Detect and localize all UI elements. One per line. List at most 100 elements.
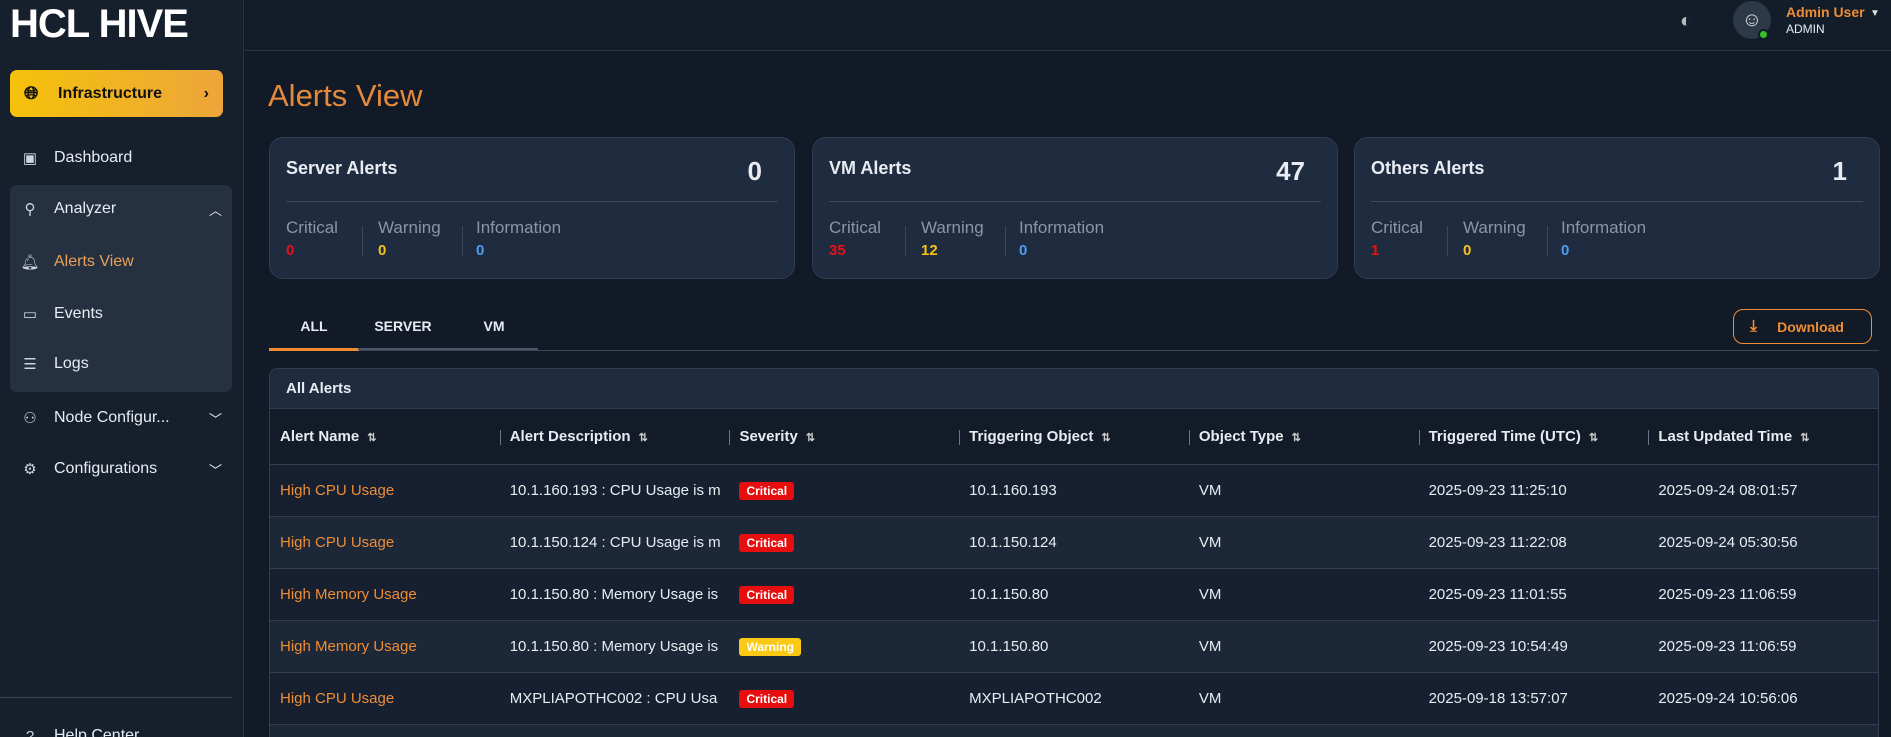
table-cell: VM [1198,690,1222,707]
table-cell: 2025-09-24 10:56:06 [1658,690,1798,707]
stat-separator [1547,226,1548,256]
stat-separator [462,226,463,256]
sidebar-item-analyzer[interactable]: ⚲ Analyzer ︿ [10,197,232,221]
sidebar-item-label: Help Center [54,727,140,737]
column-header-label: Triggered Time (UTC) [1428,428,1581,445]
information-count: 0 [476,242,485,259]
alert-name-link[interactable]: High CPU Usage [270,534,500,551]
table-row[interactable]: High CPU Usage 10.1.150.124 : CPU Usage i… [270,517,1878,569]
alert-name-link[interactable]: High CPU Usage [270,482,500,499]
alert-description: 10.1.150.124 : CPU Usage is m [509,534,721,551]
stat-label: Critical [1371,218,1423,237]
download-icon: ⤓ [1750,317,1758,335]
bell-icon: 🔔︎ [20,254,40,271]
sort-icon[interactable]: ⇅ [367,432,376,444]
stat-separator [905,226,906,256]
column-header[interactable]: Last Updated Time ⇅ [1648,428,1878,445]
sidebar-item-label: Node Configur... [54,409,170,426]
tab-vm[interactable]: VM [449,309,539,351]
sidebar-item-dashboard[interactable]: ▣ Dashboard [10,146,232,170]
table-header-row: Alert Name ⇅ Alert Description ⇅ Severity ⇅ Tr… [270,409,1878,465]
severity-cell: Critical [729,689,959,708]
table-row[interactable]: High Memory Usage 10.1.150.80 : Memory Us… [270,569,1878,621]
stat-label: Information [476,218,562,237]
alert-tabs: ALL SERVER VM [269,309,1879,351]
dashboard-icon: ▣ [22,150,38,167]
table-title: All Alerts [270,369,1878,409]
table-cell: VM [1198,482,1222,499]
column-header[interactable]: Triggered Time (UTC) ⇅ [1418,428,1649,445]
alert-name-link[interactable]: High Memory Usage [270,638,500,655]
sidebar-divider [0,697,232,698]
table-cell: 2025-09-23 10:54:49 [1428,638,1568,655]
chevron-up-icon: ︿ [208,202,222,218]
table-cell: 2025-09-24 08:01:57 [1658,482,1798,499]
severity-cell: Critical [729,585,959,604]
column-header-label: Object Type [1198,428,1284,445]
table-cell: 2025-09-24 05:30:56 [1658,534,1798,551]
theme-toggle-icon[interactable]: ◐ [1680,10,1692,33]
sort-icon[interactable]: ⇅ [1101,432,1110,444]
caret-down-icon[interactable]: ▼ [1870,8,1880,19]
user-role: ADMIN [1786,22,1825,36]
hierarchy-icon: ⚇ [23,410,37,427]
user-icon: ☺ [1741,8,1763,31]
column-header[interactable]: Alert Name ⇅ [270,428,500,445]
chevron-down-icon: ﹀ [208,411,222,427]
sort-icon[interactable]: ⇅ [639,432,648,444]
column-header[interactable]: Severity ⇅ [729,428,959,445]
alert-name-link[interactable]: High CPU Usage [270,690,500,707]
sidebar-item-label: Logs [54,355,89,372]
sort-icon[interactable]: ⇅ [1800,432,1809,444]
warning-stat: Warning 0 [1463,218,1526,259]
card-title: VM Alerts [829,158,912,178]
logo: HCL HIVE [10,2,189,46]
card-divider [286,201,778,202]
table-cell: 10.1.150.124 [969,534,1057,551]
column-header[interactable]: Object Type ⇅ [1188,428,1419,445]
critical-count: 35 [829,242,846,259]
severity-badge: Critical [739,533,795,552]
top-header [245,0,1891,51]
sort-icon[interactable]: ⇅ [1589,432,1598,444]
column-header[interactable]: Triggering Object ⇅ [959,428,1189,445]
tab-track [358,348,538,350]
sidebar-item-logs[interactable]: ☰ Logs [10,352,232,376]
information-stat: Information 0 [476,218,561,259]
sidebar-item-label: Events [54,305,103,322]
warning-stat: Warning 12 [921,218,984,259]
severity-cell: Critical [729,533,959,552]
stat-label: Information [1561,218,1647,237]
infrastructure-label: Infrastructure [58,84,163,102]
sidebar-item-node-configuration[interactable]: ⚇ Node Configur... ﹀ [10,406,232,430]
card-title: Server Alerts [286,158,398,178]
sidebar-item-alerts-view[interactable]: 🔔︎ Alerts View [10,250,232,274]
table-row[interactable]: High CPU Usage MXPLIAPOTHC002 : CPU Usa Cr… [270,673,1878,725]
severity-badge: Critical [739,689,795,708]
sidebar-item-configurations[interactable]: ⚙ Configurations ﹀ [10,457,232,481]
warning-count: 12 [921,242,938,259]
table-row[interactable]: High CPU Usage 10.1.160.193 : CPU Usage i… [270,465,1878,517]
chevron-down-icon: ﹀ [208,462,222,478]
card-divider [829,201,1321,202]
table-row[interactable]: High Memory Usage 10.1.150.80 : Memory Us… [270,621,1878,673]
infrastructure-button[interactable]: 🌐︎ Infrastructure › [10,70,223,117]
sidebar-item-label: Alerts View [54,253,134,270]
sidebar-item-events[interactable]: ▭ Events [10,302,232,326]
sidebar-item-help-center[interactable]: ? Help Center [10,724,232,737]
download-button[interactable]: ⤓ Download [1733,309,1872,344]
user-name[interactable]: Admin User [1786,4,1865,20]
severity-badge: Critical [739,585,795,604]
critical-stat: Critical 1 [1371,218,1423,259]
information-stat: Information 0 [1019,218,1104,259]
column-header[interactable]: Alert Description ⇅ [499,428,730,445]
table-cell: 2025-09-23 11:25:10 [1428,482,1567,499]
tab-all[interactable]: ALL [269,309,359,351]
tab-server[interactable]: SERVER [358,309,448,351]
sort-icon[interactable]: ⇅ [1292,432,1301,444]
sidebar: HCL HIVE 🌐︎ Infrastructure › ▣ Dashboard … [0,0,244,737]
alert-description: 10.1.160.193 : CPU Usage is m [509,482,721,499]
column-header-label: Alert Description [509,428,631,445]
sort-icon[interactable]: ⇅ [806,432,815,444]
alert-name-link[interactable]: High Memory Usage [270,586,500,603]
